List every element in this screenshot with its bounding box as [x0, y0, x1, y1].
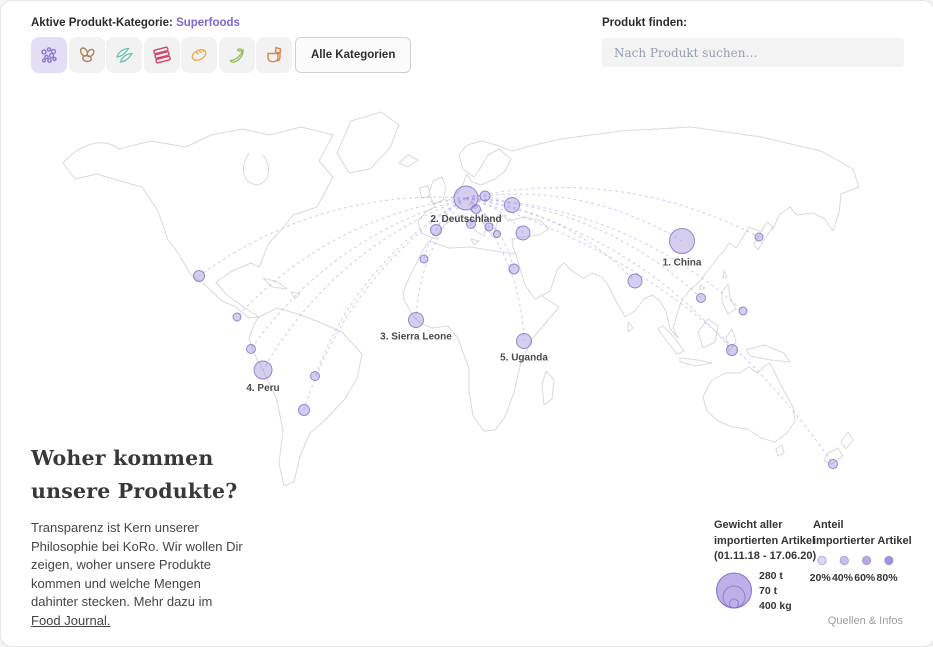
intro-text: Transparenz ist Kern unserer Philosophie… [31, 520, 243, 609]
weight-legend-line1: Gewicht aller [714, 518, 816, 534]
map-bubble[interactable] [505, 198, 520, 213]
share-legend-circle [818, 556, 826, 564]
weight-legend-circle [717, 573, 752, 608]
bread-icon [188, 44, 210, 66]
share-legend-value: 20% [809, 572, 831, 584]
category-button-vegetables[interactable] [219, 37, 255, 73]
category-button-bars[interactable] [144, 37, 180, 73]
share-legend-values: 20%40%60%80% [809, 572, 898, 584]
share-legend-value: 60% [854, 572, 876, 584]
bars-icon [151, 44, 173, 66]
product-search-input[interactable] [602, 38, 904, 67]
weight-legend-line2: importierten Artikel [714, 534, 816, 550]
bubble-rank-label: 3. Sierra Leone [380, 332, 452, 343]
category-button-nuts[interactable] [69, 37, 105, 73]
map-bubble[interactable] [628, 274, 642, 288]
active-category-caption: Aktive Produkt-Kategorie: [31, 17, 173, 29]
map-bubble[interactable] [697, 294, 706, 303]
all-categories-button[interactable]: Alle Kategorien [295, 37, 411, 73]
page-title-line2: unsere Produkte? [31, 479, 237, 503]
map-bubble[interactable] [472, 205, 481, 214]
map-bubble[interactable] [494, 231, 501, 238]
food-journal-link[interactable]: Food Journal. [31, 612, 111, 631]
map-bubble[interactable] [311, 372, 320, 381]
map-bubble[interactable] [247, 345, 256, 354]
bubble-rank-label: 5. Uganda [500, 353, 548, 364]
map-bubble[interactable] [509, 264, 519, 274]
weight-legend-circles [706, 562, 764, 610]
share-legend-title: Anteil importierter Artikel [813, 518, 912, 549]
category-button-spreads[interactable] [256, 37, 292, 73]
map-bubble[interactable] [431, 225, 442, 236]
map-bubble[interactable] [727, 345, 738, 356]
bubble-rank-label: 2. Deutschland [430, 214, 501, 225]
dried-fruit-icon [113, 44, 135, 66]
weight-legend-value: 400 kg [759, 600, 792, 615]
continents [63, 112, 859, 486]
category-button-superfoods[interactable] [31, 37, 67, 73]
weight-legend-value: 70 t [759, 585, 792, 600]
map-bubble[interactable] [420, 255, 428, 263]
share-legend-circle [840, 556, 848, 564]
category-filter-row: Alle Kategorien [31, 37, 411, 73]
jar-icon [263, 44, 285, 66]
share-legend-value: 80% [876, 572, 898, 584]
share-legend-circle [862, 556, 870, 564]
map-bubble[interactable] [517, 334, 532, 349]
map-bubble[interactable] [233, 313, 241, 321]
page-title: Woher kommen unsere Produkte? [31, 442, 261, 508]
product-map-card: 2. Deutschland 3. Sierra Leone 5. Uganda 4.… [0, 0, 933, 647]
map-bubble[interactable] [299, 405, 310, 416]
share-legend-circle [885, 556, 893, 564]
map-bubble[interactable] [254, 361, 272, 379]
category-button-bread[interactable] [181, 37, 217, 73]
intro-paragraph: Transparenz ist Kern unserer Philosophie… [31, 519, 249, 630]
sources-link[interactable]: Quellen & Infos [828, 615, 903, 627]
berries-icon [38, 44, 60, 66]
active-category-value: Superfoods [176, 17, 240, 29]
vegetable-icon [226, 44, 248, 66]
category-button-dried-fruit[interactable] [106, 37, 142, 73]
map-bubble[interactable] [829, 460, 838, 469]
bubble-rank-label: 1. China [663, 258, 702, 269]
weight-legend-values: 280 t70 t400 kg [759, 570, 792, 614]
share-legend-value: 40% [831, 572, 853, 584]
map-bubble[interactable] [194, 271, 205, 282]
weight-legend-title: Gewicht aller importierten Artikel (01.1… [714, 518, 816, 565]
map-bubble[interactable] [755, 233, 763, 241]
intro-block: Woher kommen unsere Produkte? Transparen… [31, 442, 261, 630]
map-bubble[interactable] [670, 229, 695, 254]
share-legend-line1: Anteil [813, 518, 912, 534]
share-legend-circles [811, 552, 906, 569]
bubble-rank-label: 4. Peru [246, 383, 279, 394]
share-legend-line2: importierter Artikel [813, 534, 912, 550]
map-bubble[interactable] [480, 191, 490, 201]
active-category-label: Aktive Produkt-Kategorie: Superfoods [31, 17, 240, 29]
map-bubble[interactable] [739, 307, 747, 315]
nuts-icon [76, 44, 98, 66]
search-label: Produkt finden: [602, 17, 687, 29]
page-title-line1: Woher kommen [31, 446, 214, 470]
map-bubble[interactable] [409, 313, 424, 328]
weight-legend-value: 280 t [759, 570, 792, 585]
map-bubble[interactable] [516, 226, 530, 240]
